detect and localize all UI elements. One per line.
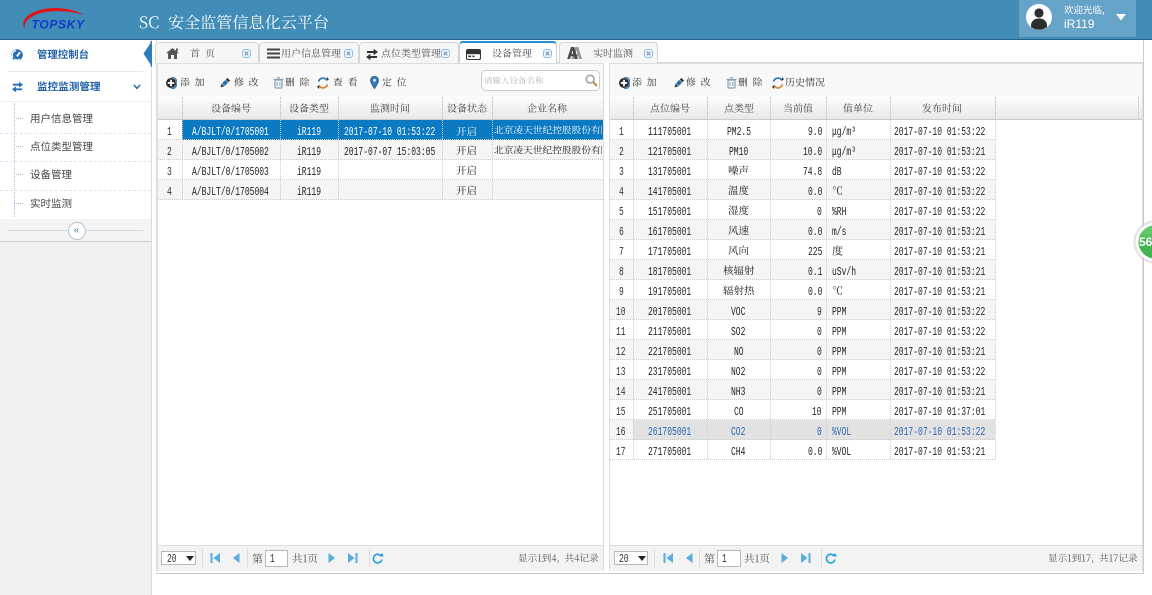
svg-text:TOPSKY: TOPSKY bbox=[32, 18, 86, 32]
